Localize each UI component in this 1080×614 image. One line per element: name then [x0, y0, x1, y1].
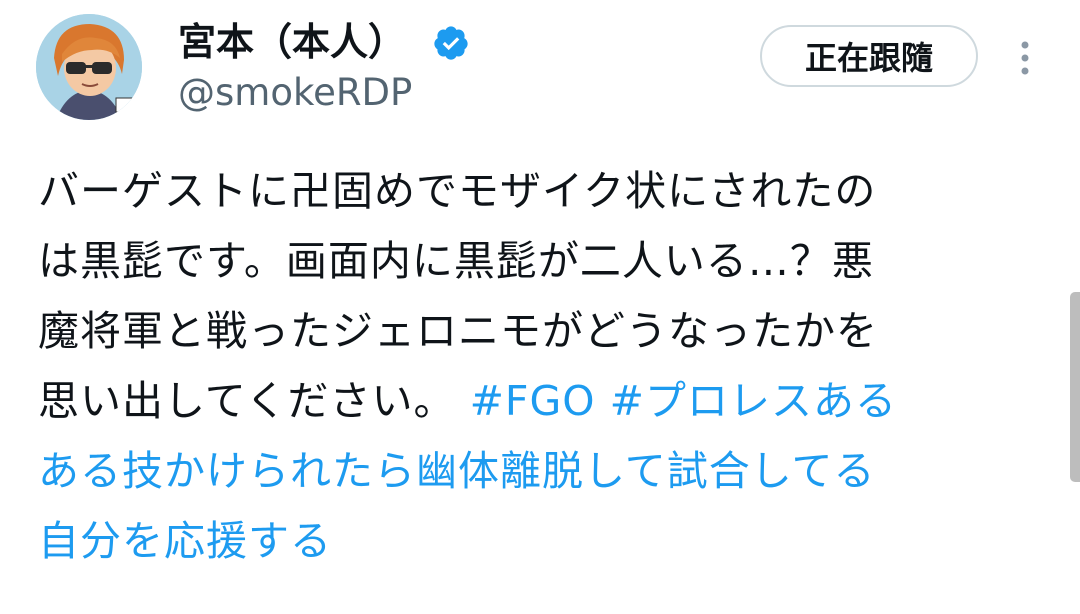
- more-vertical-icon[interactable]: [1016, 40, 1034, 76]
- avatar-image: [36, 14, 142, 120]
- tweet-line: バーゲストに卍固めでモザイク状にされたの: [38, 167, 877, 215]
- hashtag-link-prowrestling-end[interactable]: 自分を応援する: [38, 506, 1048, 576]
- scrollbar[interactable]: [1070, 292, 1080, 482]
- hashtag-link-prowrestling-cont[interactable]: ある技かけられたら幽体離脱して試合してる: [38, 436, 1048, 506]
- tweet-line: 思い出してください。 #FGO #プロレスある: [38, 366, 1048, 436]
- tweet-line: 魔将軍と戦ったジェロニモがどうなったかを: [38, 307, 878, 355]
- user-handle[interactable]: @smokeRDP: [178, 70, 412, 116]
- avatar[interactable]: [36, 14, 142, 120]
- tweet-line: は黒髭です。画面内に黒髭が二人いる…？悪: [38, 237, 874, 285]
- tweet-text-fragment: 思い出してください。: [38, 377, 470, 425]
- display-name[interactable]: 宮本（本人）: [178, 18, 406, 66]
- tweet-text: バーゲストに卍固めでモザイク状にされたの は黒髭です。画面内に黒髭が二人いる…？…: [38, 156, 1048, 576]
- following-button[interactable]: 正在跟隨: [760, 25, 978, 87]
- hashtag-link-prowrestling[interactable]: #プロレスある: [596, 377, 897, 425]
- verified-badge-icon: [434, 26, 468, 60]
- hashtag-link-fgo[interactable]: #FGO: [470, 377, 596, 425]
